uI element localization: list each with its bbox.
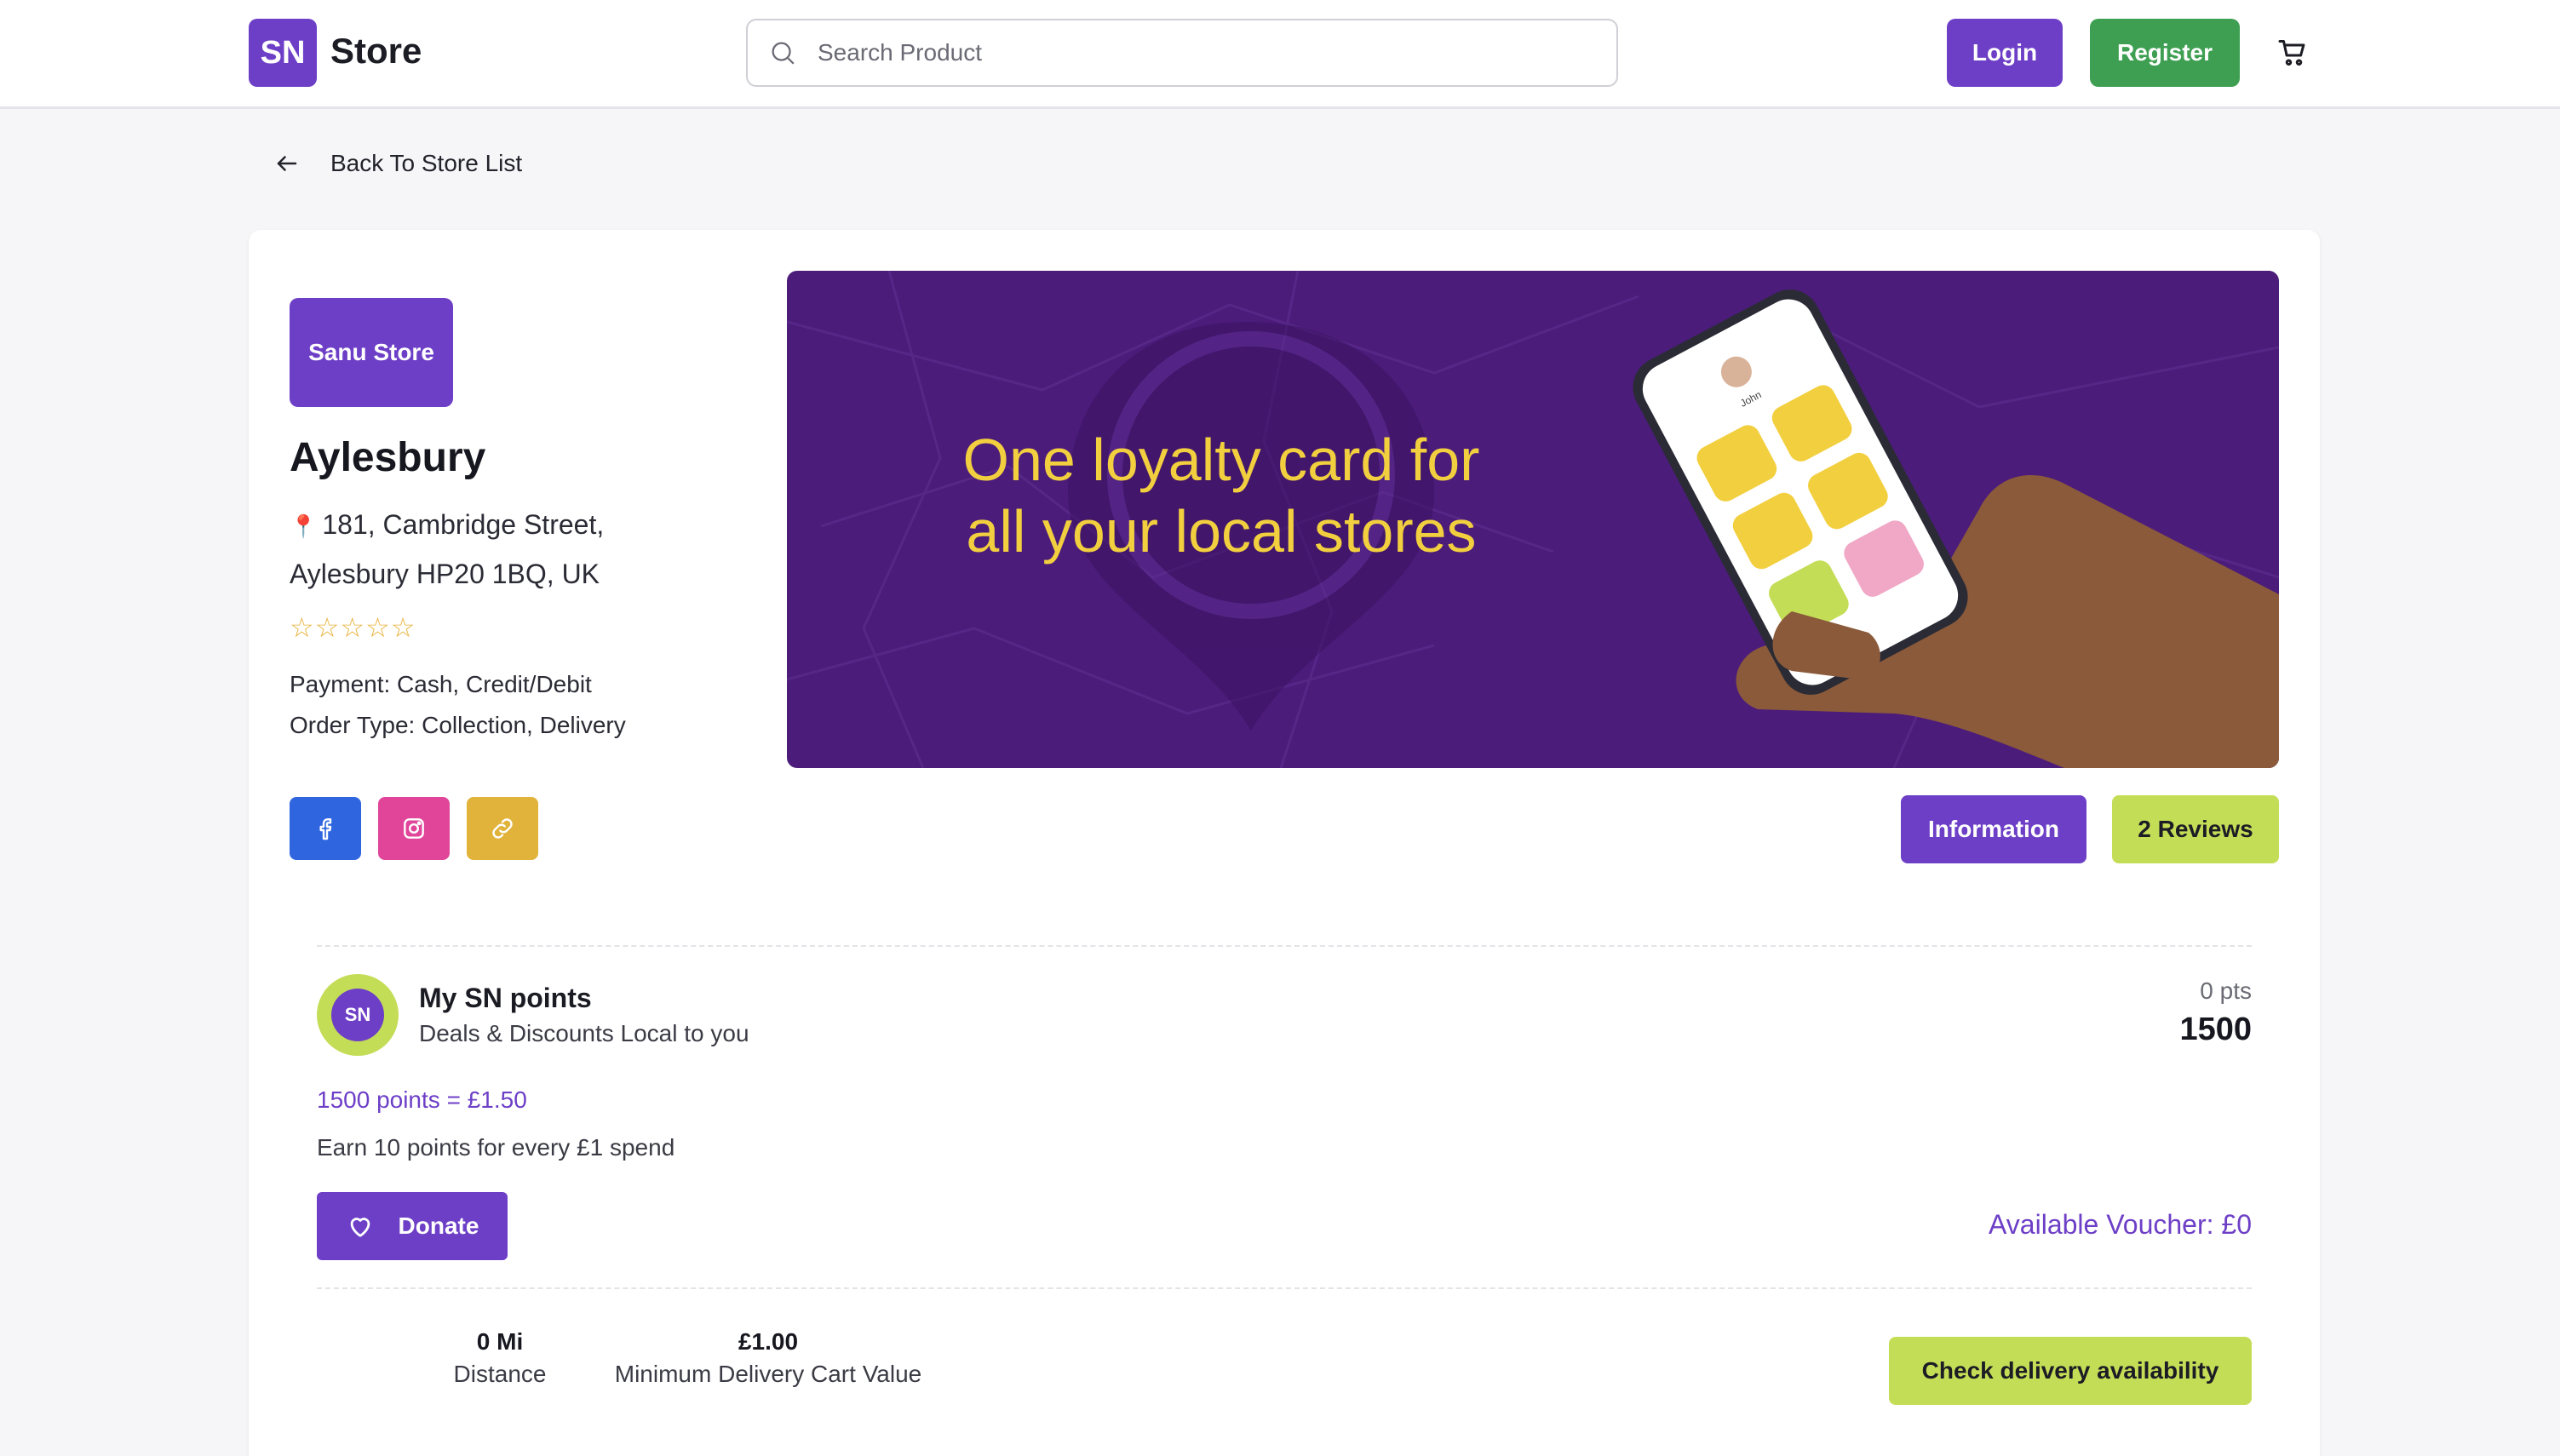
location-pin-icon: 📍 [290, 513, 318, 539]
link-icon [492, 818, 513, 839]
reviews-tab-button[interactable]: 2 Reviews [2112, 795, 2279, 863]
earn-rate-text: Earn 10 points for every £1 spend [317, 1134, 675, 1161]
logo-text[interactable]: Store [330, 31, 422, 72]
section-divider [317, 1287, 2252, 1289]
facebook-button[interactable] [290, 797, 361, 860]
min-cart-value: £1.00 [738, 1328, 799, 1355]
store-address: 📍 181, Cambridge Street, Aylesbury HP20 1… [290, 501, 630, 598]
distance-value: 0 Mi [476, 1328, 524, 1355]
register-button[interactable]: Register [2090, 19, 2240, 87]
instagram-icon [404, 818, 424, 839]
address-line-2: Aylesbury HP20 1BQ, UK [290, 559, 600, 589]
search-bar[interactable] [746, 19, 1618, 87]
banner-headline-line-2: all your local stores [966, 498, 1477, 565]
social-links [290, 797, 538, 860]
donate-button[interactable]: Donate [317, 1192, 508, 1260]
available-voucher: Available Voucher: £0 [1989, 1209, 2252, 1240]
points-earned: 0 pts [2200, 977, 2252, 1004]
top-navbar: SN Store Login Register [0, 0, 2560, 109]
check-delivery-button[interactable]: Check delivery availability [1889, 1337, 2252, 1405]
points-title: My SN points [419, 983, 592, 1013]
order-types: Order Type: Collection, Delivery [290, 712, 626, 738]
points-total: 1500 [2179, 1012, 2252, 1047]
login-button[interactable]: Login [1947, 19, 2063, 87]
search-icon [772, 42, 795, 65]
instagram-button[interactable] [378, 797, 450, 860]
points-subtitle: Deals & Discounts Local to you [419, 1020, 749, 1046]
payment-methods: Payment: Cash, Credit/Debit [290, 671, 592, 697]
points-avatar-label: SN [331, 989, 384, 1041]
donate-button-label: Donate [398, 1212, 479, 1239]
logo-badge[interactable]: SN [249, 19, 317, 87]
points-conversion-rate: 1500 points = £1.50 [317, 1086, 527, 1113]
search-input[interactable] [818, 39, 1567, 66]
back-to-store-list-link[interactable]: Back To Store List [274, 150, 522, 177]
facebook-icon [319, 818, 332, 840]
banner-headline-line-1: One loyalty card for [962, 427, 1480, 493]
distance-stat: 0 Mi Distance [419, 1328, 581, 1388]
section-divider [317, 945, 2252, 947]
distance-label: Distance [453, 1361, 547, 1387]
arrow-left-icon [277, 156, 297, 171]
store-name: Aylesbury [290, 435, 486, 480]
store-card: Sanu Store Aylesbury 📍 181, Cambridge Str… [249, 230, 2320, 1456]
min-cart-stat: £1.00 Minimum Delivery Cart Value [606, 1328, 930, 1388]
store-meta: Payment: Cash, Credit/Debit Order Type: … [290, 664, 626, 746]
rating-stars: ☆☆☆☆☆ [290, 612, 416, 643]
back-link-label: Back To Store List [330, 150, 523, 176]
hand-holding-phone-illustration: John [1633, 289, 2279, 768]
information-tab-button[interactable]: Information [1901, 795, 2086, 863]
store-logo-badge: Sanu Store [290, 298, 453, 407]
min-cart-label: Minimum Delivery Cart Value [614, 1361, 922, 1387]
banner-headline: One loyalty card for all your local stor… [957, 424, 1485, 567]
website-link-button[interactable] [467, 797, 538, 860]
points-avatar: SN [317, 974, 399, 1056]
heart-icon [350, 1218, 370, 1237]
store-banner: John One loyalty card for all your local… [787, 271, 2279, 768]
cart-icon[interactable] [2277, 37, 2308, 68]
address-line-1: 181, Cambridge Street, [322, 509, 605, 540]
